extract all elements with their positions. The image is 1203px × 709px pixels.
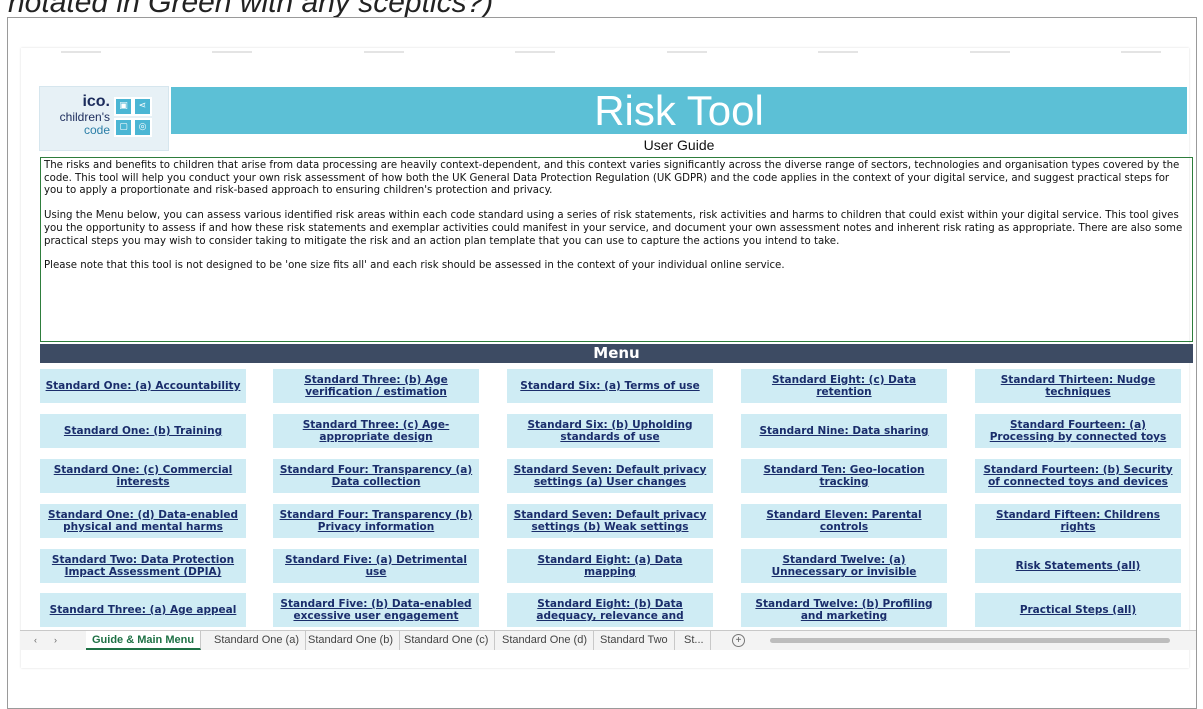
- tab-standard-one-a[interactable]: Standard One (a): [208, 631, 306, 650]
- intro-paragraph-3: Please note that this tool is not design…: [44, 260, 785, 272]
- menu-link-standard-fourteen-b[interactable]: Standard Fourteen: (b) Security of conne…: [975, 459, 1181, 493]
- share-icon: ⋖: [133, 97, 152, 116]
- menu-link-standard-eight-b[interactable]: Standard Eight: (b) Data adequacy, relev…: [507, 593, 713, 627]
- column-headers: [61, 48, 1161, 56]
- scrollbar-thumb[interactable]: [770, 638, 1170, 643]
- settings-icon: ◎: [133, 118, 152, 137]
- spreadsheet-area: ico. children's code ▣ ⋖ ▢ ◎ Risk Tool U…: [21, 48, 1193, 668]
- tab-guide-main-menu[interactable]: Guide & Main Menu: [86, 631, 202, 650]
- menu-link-standard-ten[interactable]: Standard Ten: Geo-location tracking: [741, 459, 947, 493]
- menu-link-standard-eight-a[interactable]: Standard Eight: (a) Data mapping: [507, 549, 713, 583]
- tab-more[interactable]: St...: [678, 631, 711, 650]
- tab-standard-one-b[interactable]: Standard One (b): [302, 631, 400, 650]
- window-frame: ico. children's code ▣ ⋖ ▢ ◎ Risk Tool U…: [7, 17, 1197, 709]
- menu-link-standard-eleven[interactable]: Standard Eleven: Parental controls: [741, 504, 947, 538]
- menu-link-standard-four-b[interactable]: Standard Four: Transparency (b) Privacy …: [273, 504, 479, 538]
- logo-line-2: code: [83, 123, 110, 137]
- page-title: Risk Tool: [594, 87, 764, 134]
- menu-link-standard-nine[interactable]: Standard Nine: Data sharing: [741, 414, 947, 448]
- tab-scroll-left-icon[interactable]: ‹: [34, 631, 37, 650]
- title-banner: Risk Tool: [171, 87, 1187, 134]
- intro-paragraph-1: The risks and benefits to children that …: [44, 160, 1180, 197]
- status-bar: [20, 649, 1196, 663]
- menu-link-standard-thirteen[interactable]: Standard Thirteen: Nudge techniques: [975, 369, 1181, 403]
- menu-link-standard-two[interactable]: Standard Two: Data Protection Impact Ass…: [40, 549, 246, 583]
- menu-link-standard-one-d[interactable]: Standard One: (d) Data-enabled physical …: [40, 504, 246, 538]
- intro-paragraph-2: Using the Menu below, you can assess var…: [44, 210, 1183, 247]
- gamepad-icon: ▣: [114, 97, 133, 116]
- page-subtitle: User Guide: [643, 137, 715, 153]
- menu-link-standard-twelve-a[interactable]: Standard Twelve: (a) Unnecessary or invi…: [741, 549, 947, 583]
- menu-link-standard-seven-a[interactable]: Standard Seven: Default privacy settings…: [507, 459, 713, 493]
- shopping-bag-icon: ▢: [114, 118, 133, 137]
- menu-link-standard-three-c[interactable]: Standard Three: (c) Age-appropriate desi…: [273, 414, 479, 448]
- menu-link-standard-six-b[interactable]: Standard Six: (b) Upholding standards of…: [507, 414, 713, 448]
- menu-link-risk-statements[interactable]: Risk Statements (all): [975, 549, 1181, 583]
- menu-link-standard-fourteen-a[interactable]: Standard Fourteen: (a) Processing by con…: [975, 414, 1181, 448]
- menu-link-standard-one-a[interactable]: Standard One: (a) Accountability: [40, 369, 246, 403]
- ico-childrens-code-logo: ico. children's code ▣ ⋖ ▢ ◎: [39, 86, 169, 151]
- sheet-tab-bar: ‹ › Guide & Main Menu Standard One (a) S…: [20, 630, 1196, 650]
- menu-link-standard-four-a[interactable]: Standard Four: Transparency (a) Data col…: [273, 459, 479, 493]
- tab-standard-one-d[interactable]: Standard One (d): [496, 631, 594, 650]
- tab-standard-one-c[interactable]: Standard One (c): [398, 631, 496, 650]
- menu-link-standard-five-b[interactable]: Standard Five: (b) Data-enabled excessiv…: [273, 593, 479, 627]
- menu-link-standard-fifteen[interactable]: Standard Fifteen: Childrens rights: [975, 504, 1181, 538]
- menu-link-standard-three-b[interactable]: Standard Three: (b) Age verification / e…: [273, 369, 479, 403]
- tab-scroll-right-icon[interactable]: ›: [54, 631, 57, 650]
- menu-link-standard-seven-b[interactable]: Standard Seven: Default privacy settings…: [507, 504, 713, 538]
- menu-link-practical-steps[interactable]: Practical Steps (all): [975, 593, 1181, 627]
- intro-textbox: The risks and benefits to children that …: [40, 157, 1193, 342]
- menu-link-standard-twelve-b[interactable]: Standard Twelve: (b) Profiling and marke…: [741, 593, 947, 627]
- menu-link-standard-three-a[interactable]: Standard Three: (a) Age appeal: [40, 593, 246, 627]
- logo-brand: ico.: [82, 93, 110, 110]
- menu-link-standard-five-a[interactable]: Standard Five: (a) Detrimental use: [273, 549, 479, 583]
- menu-link-standard-eight-c[interactable]: Standard Eight: (c) Data retention: [741, 369, 947, 403]
- horizontal-scrollbar[interactable]: [770, 638, 1185, 643]
- menu-link-standard-one-c[interactable]: Standard One: (c) Commercial interests: [40, 459, 246, 493]
- add-sheet-icon[interactable]: +: [732, 634, 745, 647]
- tab-standard-two[interactable]: Standard Two: [594, 631, 675, 650]
- menu-link-standard-one-b[interactable]: Standard One: (b) Training: [40, 414, 246, 448]
- menu-link-standard-six-a[interactable]: Standard Six: (a) Terms of use: [507, 369, 713, 403]
- menu-header: Menu: [40, 344, 1193, 363]
